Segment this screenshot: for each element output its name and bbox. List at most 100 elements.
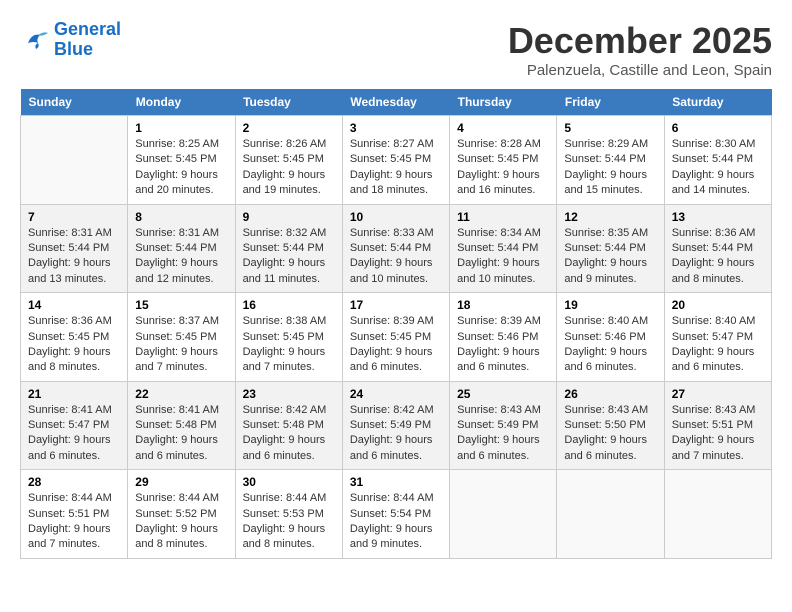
- day-number: 10: [350, 210, 442, 224]
- calendar-cell: 5 Sunrise: 8:29 AMSunset: 5:44 PMDaylight…: [557, 116, 664, 205]
- day-info: Sunrise: 8:43 AMSunset: 5:50 PMDaylight:…: [564, 403, 656, 465]
- day-number: 30: [243, 475, 335, 489]
- calendar-cell: 22 Sunrise: 8:41 AMSunset: 5:48 PMDayligh…: [128, 381, 235, 470]
- logo: General Blue: [20, 20, 121, 60]
- day-info: Sunrise: 8:31 AMSunset: 5:44 PMDaylight:…: [28, 226, 120, 288]
- calendar-cell: 23Sunrise: 8:42 AMSunset: 5:48 PMDayligh…: [235, 381, 342, 470]
- day-number: 18: [457, 298, 549, 312]
- week-row: 1 Sunrise: 8:25 AMSunset: 5:45 PMDaylight…: [21, 116, 772, 205]
- day-info: Sunrise: 8:38 AMSunset: 5:45 PMDaylight:…: [243, 314, 335, 376]
- day-number: 8: [135, 210, 227, 224]
- day-number: 4: [457, 121, 549, 135]
- day-header-thursday: Thursday: [450, 89, 557, 116]
- week-row: 7 Sunrise: 8:31 AMSunset: 5:44 PMDaylight…: [21, 204, 772, 293]
- calendar-cell: [664, 470, 771, 559]
- day-info: Sunrise: 8:40 AMSunset: 5:46 PMDaylight:…: [564, 314, 656, 376]
- week-row: 21Sunrise: 8:41 AMSunset: 5:47 PMDayligh…: [21, 381, 772, 470]
- day-info: Sunrise: 8:40 AMSunset: 5:47 PMDaylight:…: [672, 314, 764, 376]
- page-header: General Blue December 2025 Palenzuela, C…: [20, 20, 772, 79]
- month-title: December 2025: [508, 20, 772, 62]
- day-header-friday: Friday: [557, 89, 664, 116]
- day-info: Sunrise: 8:44 AMSunset: 5:51 PMDaylight:…: [28, 491, 120, 553]
- week-row: 14 Sunrise: 8:36 AMSunset: 5:45 PMDayligh…: [21, 293, 772, 382]
- day-header-tuesday: Tuesday: [235, 89, 342, 116]
- day-number: 19: [564, 298, 656, 312]
- day-number: 5: [564, 121, 656, 135]
- day-number: 29: [135, 475, 227, 489]
- calendar-cell: 10 Sunrise: 8:33 AMSunset: 5:44 PMDayligh…: [342, 204, 449, 293]
- day-info: Sunrise: 8:43 AMSunset: 5:49 PMDaylight:…: [457, 403, 549, 465]
- day-number: 3: [350, 121, 442, 135]
- calendar-cell: 18 Sunrise: 8:39 AMSunset: 5:46 PMDayligh…: [450, 293, 557, 382]
- day-info: Sunrise: 8:37 AMSunset: 5:45 PMDaylight:…: [135, 314, 227, 376]
- calendar-cell: 26 Sunrise: 8:43 AMSunset: 5:50 PMDayligh…: [557, 381, 664, 470]
- calendar-cell: 31 Sunrise: 8:44 AMSunset: 5:54 PMDayligh…: [342, 470, 449, 559]
- day-info: Sunrise: 8:31 AMSunset: 5:44 PMDaylight:…: [135, 226, 227, 288]
- day-number: 23: [243, 387, 335, 401]
- day-info: Sunrise: 8:36 AMSunset: 5:44 PMDaylight:…: [672, 226, 764, 288]
- calendar-cell: 6 Sunrise: 8:30 AMSunset: 5:44 PMDaylight…: [664, 116, 771, 205]
- day-number: 12: [564, 210, 656, 224]
- day-info: Sunrise: 8:44 AMSunset: 5:53 PMDaylight:…: [243, 491, 335, 553]
- day-header-sunday: Sunday: [21, 89, 128, 116]
- calendar-cell: 9Sunrise: 8:32 AMSunset: 5:44 PMDaylight…: [235, 204, 342, 293]
- day-info: Sunrise: 8:25 AMSunset: 5:45 PMDaylight:…: [135, 137, 227, 199]
- day-info: Sunrise: 8:43 AMSunset: 5:51 PMDaylight:…: [672, 403, 764, 465]
- day-number: 27: [672, 387, 764, 401]
- day-number: 17: [350, 298, 442, 312]
- day-number: 28: [28, 475, 120, 489]
- day-info: Sunrise: 8:36 AMSunset: 5:45 PMDaylight:…: [28, 314, 120, 376]
- calendar-cell: 3 Sunrise: 8:27 AMSunset: 5:45 PMDaylight…: [342, 116, 449, 205]
- day-number: 11: [457, 210, 549, 224]
- day-number: 25: [457, 387, 549, 401]
- calendar-cell: 8 Sunrise: 8:31 AMSunset: 5:44 PMDaylight…: [128, 204, 235, 293]
- calendar-table: SundayMondayTuesdayWednesdayThursdayFrid…: [20, 89, 772, 559]
- day-header-monday: Monday: [128, 89, 235, 116]
- calendar-cell: 19 Sunrise: 8:40 AMSunset: 5:46 PMDayligh…: [557, 293, 664, 382]
- calendar-cell: 4Sunrise: 8:28 AMSunset: 5:45 PMDaylight…: [450, 116, 557, 205]
- day-info: Sunrise: 8:35 AMSunset: 5:44 PMDaylight:…: [564, 226, 656, 288]
- day-info: Sunrise: 8:39 AMSunset: 5:46 PMDaylight:…: [457, 314, 549, 376]
- day-number: 1: [135, 121, 227, 135]
- calendar-cell: 1 Sunrise: 8:25 AMSunset: 5:45 PMDaylight…: [128, 116, 235, 205]
- header-row: SundayMondayTuesdayWednesdayThursdayFrid…: [21, 89, 772, 116]
- day-info: Sunrise: 8:44 AMSunset: 5:54 PMDaylight:…: [350, 491, 442, 553]
- day-number: 7: [28, 210, 120, 224]
- day-number: 22: [135, 387, 227, 401]
- calendar-cell: 28 Sunrise: 8:44 AMSunset: 5:51 PMDayligh…: [21, 470, 128, 559]
- day-number: 15: [135, 298, 227, 312]
- calendar-cell: 13 Sunrise: 8:36 AMSunset: 5:44 PMDayligh…: [664, 204, 771, 293]
- day-info: Sunrise: 8:27 AMSunset: 5:45 PMDaylight:…: [350, 137, 442, 199]
- calendar-cell: 7 Sunrise: 8:31 AMSunset: 5:44 PMDaylight…: [21, 204, 128, 293]
- day-info: Sunrise: 8:33 AMSunset: 5:44 PMDaylight:…: [350, 226, 442, 288]
- calendar-cell: 2 Sunrise: 8:26 AMSunset: 5:45 PMDaylight…: [235, 116, 342, 205]
- calendar-cell: 27 Sunrise: 8:43 AMSunset: 5:51 PMDayligh…: [664, 381, 771, 470]
- calendar-cell: 12 Sunrise: 8:35 AMSunset: 5:44 PMDayligh…: [557, 204, 664, 293]
- day-number: 2: [243, 121, 335, 135]
- calendar-cell: 29Sunrise: 8:44 AMSunset: 5:52 PMDayligh…: [128, 470, 235, 559]
- day-header-wednesday: Wednesday: [342, 89, 449, 116]
- calendar-cell: 30 Sunrise: 8:44 AMSunset: 5:53 PMDayligh…: [235, 470, 342, 559]
- day-info: Sunrise: 8:42 AMSunset: 5:49 PMDaylight:…: [350, 403, 442, 465]
- calendar-cell: 17Sunrise: 8:39 AMSunset: 5:45 PMDayligh…: [342, 293, 449, 382]
- day-info: Sunrise: 8:29 AMSunset: 5:44 PMDaylight:…: [564, 137, 656, 199]
- day-number: 31: [350, 475, 442, 489]
- day-number: 9: [243, 210, 335, 224]
- day-number: 26: [564, 387, 656, 401]
- calendar-cell: 20Sunrise: 8:40 AMSunset: 5:47 PMDayligh…: [664, 293, 771, 382]
- location: Palenzuela, Castille and Leon, Spain: [508, 62, 772, 79]
- logo-icon: [20, 25, 50, 55]
- day-info: Sunrise: 8:26 AMSunset: 5:45 PMDaylight:…: [243, 137, 335, 199]
- day-info: Sunrise: 8:34 AMSunset: 5:44 PMDaylight:…: [457, 226, 549, 288]
- day-number: 13: [672, 210, 764, 224]
- calendar-cell: [450, 470, 557, 559]
- calendar-cell: 25 Sunrise: 8:43 AMSunset: 5:49 PMDayligh…: [450, 381, 557, 470]
- calendar-cell: 21Sunrise: 8:41 AMSunset: 5:47 PMDayligh…: [21, 381, 128, 470]
- logo-text: General Blue: [54, 20, 121, 60]
- day-number: 14: [28, 298, 120, 312]
- day-number: 6: [672, 121, 764, 135]
- day-info: Sunrise: 8:30 AMSunset: 5:44 PMDaylight:…: [672, 137, 764, 199]
- day-info: Sunrise: 8:41 AMSunset: 5:48 PMDaylight:…: [135, 403, 227, 465]
- day-number: 16: [243, 298, 335, 312]
- calendar-cell: 24Sunrise: 8:42 AMSunset: 5:49 PMDayligh…: [342, 381, 449, 470]
